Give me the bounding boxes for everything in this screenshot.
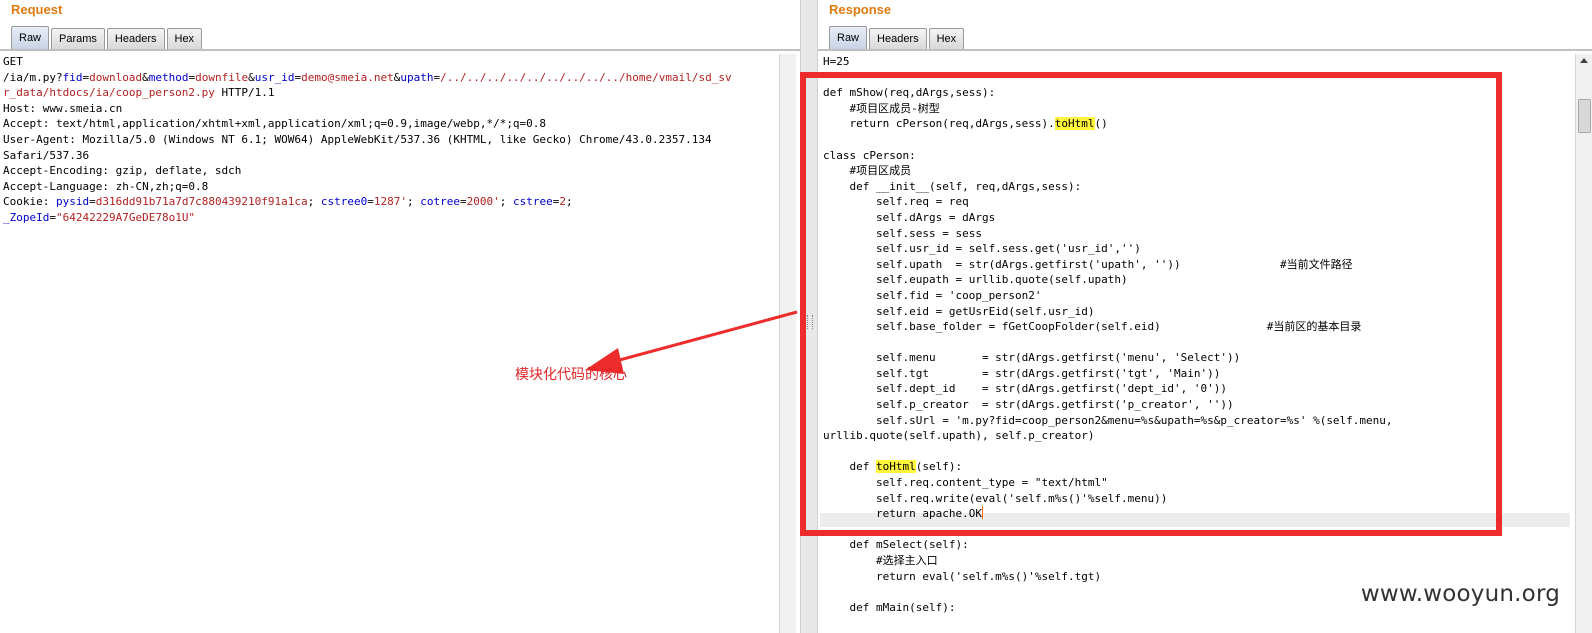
annotation-label: 模块化代码的核心 [515,367,627,383]
annotation-arrow-icon [585,310,798,374]
watermark: www.wooyun.org [1360,581,1560,607]
